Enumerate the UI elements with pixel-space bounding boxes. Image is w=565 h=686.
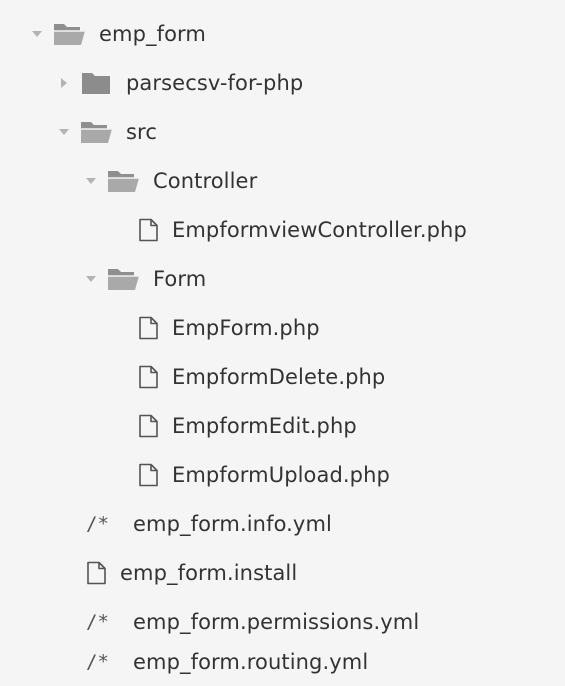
tree-item-label: EmpformUpload.php	[172, 463, 390, 487]
tree-item-src[interactable]: src	[58, 110, 157, 154]
tree-item-controller[interactable]: Controller	[85, 159, 257, 203]
tree-item-label: emp_form.install	[120, 561, 298, 585]
tree-item-empform-php[interactable]: EmpForm.php	[138, 306, 320, 350]
tree-item-label: Controller	[153, 169, 258, 193]
tree-item-label: EmpForm.php	[172, 316, 320, 340]
tree-item-label: src	[126, 120, 157, 144]
folder-open-icon	[53, 22, 87, 46]
tree-item-empformviewcontroller-php[interactable]: EmpformviewController.php	[138, 208, 467, 252]
expand-arrow-icon[interactable]	[85, 175, 97, 187]
tree-item-label: emp_form	[99, 22, 206, 46]
tree-item-empformedit-php[interactable]: EmpformEdit.php	[138, 404, 357, 448]
file-icon	[138, 463, 160, 487]
comment-icon: /*	[86, 611, 109, 633]
collapse-arrow-icon[interactable]	[58, 77, 70, 89]
folder-open-icon	[107, 267, 141, 291]
tree-item-emp-form-info-yml[interactable]: /* emp_form.info.yml	[86, 502, 332, 546]
file-icon	[138, 414, 160, 438]
file-icon	[138, 316, 160, 340]
tree-item-emp-form-install[interactable]: emp_form.install	[86, 551, 297, 595]
comment-icon: /*	[86, 513, 109, 535]
tree-item-label: parsecsv-for-php	[126, 71, 304, 95]
file-icon	[138, 218, 160, 242]
folder-open-icon	[107, 169, 141, 193]
comment-icon: /*	[86, 651, 109, 673]
tree-item-parsecsv-for-php[interactable]: parsecsv-for-php	[58, 61, 303, 105]
file-tree-panel: emp_form parsecsv-for-php src Controller…	[0, 0, 565, 686]
file-icon	[86, 561, 108, 585]
folder-closed-icon	[80, 71, 114, 95]
tree-item-label: EmpformEdit.php	[172, 414, 357, 438]
expand-arrow-icon[interactable]	[58, 126, 70, 138]
tree-item-label: emp_form.permissions.yml	[133, 610, 420, 634]
folder-open-icon	[80, 120, 114, 144]
tree-item-label: EmpformDelete.php	[172, 365, 386, 389]
tree-item-emp-form-routing-yml[interactable]: /* emp_form.routing.yml	[86, 640, 368, 684]
expand-arrow-icon[interactable]	[85, 273, 97, 285]
expand-arrow-icon[interactable]	[31, 28, 43, 40]
tree-item-form[interactable]: Form	[85, 257, 206, 301]
tree-item-label: Form	[153, 267, 207, 291]
tree-item-emp-form-permissions-yml[interactable]: /* emp_form.permissions.yml	[86, 600, 419, 644]
tree-item-label: emp_form.info.yml	[133, 512, 332, 536]
file-icon	[138, 365, 160, 389]
tree-item-emp-form[interactable]: emp_form	[31, 12, 206, 56]
tree-item-empformupload-php[interactable]: EmpformUpload.php	[138, 453, 390, 497]
tree-item-empformdelete-php[interactable]: EmpformDelete.php	[138, 355, 385, 399]
tree-item-label: EmpformviewController.php	[172, 218, 467, 242]
tree-item-label: emp_form.routing.yml	[133, 650, 369, 674]
